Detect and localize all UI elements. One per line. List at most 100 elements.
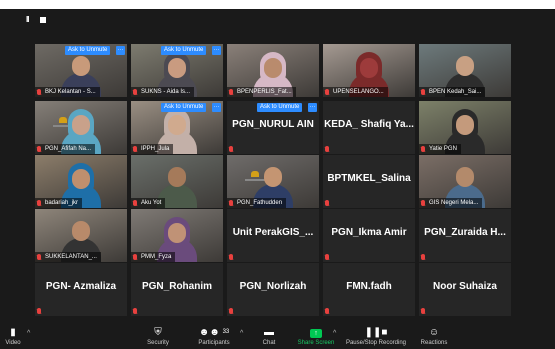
stop-recording-button[interactable] bbox=[40, 17, 46, 23]
participants-count: 33 bbox=[222, 329, 230, 335]
participant-tile[interactable]: PGN- Azmaliza bbox=[35, 263, 127, 316]
pause-stop-label: Pause/Stop Recording bbox=[345, 340, 407, 346]
muted-mic-icon bbox=[229, 254, 233, 260]
chat-button[interactable]: ▬ Chat bbox=[258, 327, 280, 347]
ask-to-unmute-button[interactable]: Ask to Unmute bbox=[257, 103, 303, 112]
participant-tile[interactable]: IPPH_Jula Ask to Unmute ··· bbox=[131, 101, 223, 154]
pause-stop-recording-button[interactable]: ❚❚■ Pause/Stop Recording bbox=[344, 327, 408, 347]
participant-name-display: FMN.fadh bbox=[346, 281, 392, 292]
more-options-button[interactable]: ··· bbox=[212, 103, 221, 112]
participant-tile[interactable]: Noor Suhaiza bbox=[419, 263, 511, 316]
smiley-plus-icon: ☺ bbox=[428, 327, 440, 338]
participant-tile[interactable]: SUKKELANTAN_... bbox=[35, 209, 127, 262]
muted-mic-icon bbox=[421, 200, 425, 206]
muted-mic-icon bbox=[325, 89, 329, 95]
shield-icon: ⛨ bbox=[154, 327, 162, 338]
participant-face bbox=[168, 167, 186, 187]
muted-mic-icon bbox=[133, 146, 137, 152]
security-button[interactable]: ⛨ Security bbox=[143, 327, 173, 347]
muted-mic-icon bbox=[229, 146, 233, 152]
muted-mic-icon bbox=[325, 200, 329, 206]
ask-to-unmute-button[interactable]: Ask to Unmute bbox=[161, 46, 207, 55]
participant-name-display: PGN_NURUL AIN bbox=[232, 119, 314, 130]
participant-name: PGN_Fathudden bbox=[227, 198, 287, 208]
more-options-button[interactable]: ··· bbox=[116, 46, 125, 55]
recording-bar: II bbox=[0, 9, 555, 31]
video-camera-icon: ▮ bbox=[10, 327, 16, 338]
participant-name: SUKNS - Aida Is... bbox=[131, 87, 195, 97]
zoom-meeting-window: II BKJ Kelantan - S... Ask to Unmute ··· SU… bbox=[0, 0, 555, 349]
video-button[interactable]: ▮ Video bbox=[2, 327, 24, 347]
participant-face bbox=[72, 56, 90, 76]
participant-name: BPEN Kedah_Sai... bbox=[419, 87, 486, 97]
participant-tile[interactable]: BPTMKEL_Salina bbox=[323, 155, 415, 208]
participant-name: GIS Negeri Mela... bbox=[419, 198, 483, 208]
participant-tile[interactable]: badariah_jkr bbox=[35, 155, 127, 208]
reactions-button[interactable]: ☺ Reactions bbox=[418, 327, 450, 347]
pause-stop-icon: ❚❚■ bbox=[364, 327, 388, 338]
ask-to-unmute-button[interactable]: Ask to Unmute bbox=[161, 103, 207, 112]
participant-face bbox=[168, 115, 186, 135]
muted-mic-icon bbox=[421, 254, 425, 260]
participant-name-display: PGN- Azmaliza bbox=[45, 281, 117, 292]
participant-name-display: KEDA_ Shafiq Ya... bbox=[324, 119, 414, 130]
participant-face bbox=[72, 169, 90, 189]
participants-icon: ☻☻ bbox=[198, 327, 220, 338]
participant-tile[interactable]: PGN_NURUL AIN Ask to Unmute ··· bbox=[227, 101, 319, 154]
ask-to-unmute-button[interactable]: Ask to Unmute bbox=[65, 46, 111, 55]
muted-mic-icon bbox=[37, 254, 41, 260]
participant-tile[interactable]: PGN_Fathudden bbox=[227, 155, 319, 208]
participant-tile[interactable]: KEDA_ Shafiq Ya... bbox=[323, 101, 415, 154]
chat-bubble-icon: ▬ bbox=[264, 327, 274, 338]
participant-tile[interactable]: PGN_Afifah Na... bbox=[35, 101, 127, 154]
title-strip bbox=[0, 0, 555, 9]
participant-face bbox=[360, 58, 378, 78]
participant-tile[interactable]: Unit PerakGIS_... bbox=[227, 209, 319, 262]
participant-tile[interactable]: PGN_Zuraida H... bbox=[419, 209, 511, 262]
participant-tile[interactable]: PMM_Fyza bbox=[131, 209, 223, 262]
participant-tile[interactable]: SUKNS - Aida Is... Ask to Unmute ··· bbox=[131, 44, 223, 97]
participant-tile[interactable]: PGN_Norlizah bbox=[227, 263, 319, 316]
muted-mic-icon bbox=[133, 254, 137, 260]
participant-name-display: PGN_Rohanim bbox=[141, 281, 212, 292]
participant-face bbox=[168, 58, 186, 78]
participants-button[interactable]: ☻☻ 33 Participants bbox=[192, 327, 236, 347]
participant-tile[interactable]: UPENSELANGO... bbox=[323, 44, 415, 97]
participant-face bbox=[456, 115, 474, 135]
share-screen-label: Share Screen bbox=[297, 340, 335, 346]
share-screen-button[interactable]: ↑ Share Screen bbox=[294, 327, 338, 347]
muted-mic-icon bbox=[229, 200, 233, 206]
participant-tile[interactable]: FMN.fadh bbox=[323, 263, 415, 316]
participant-tile[interactable]: Yatie PGN bbox=[419, 101, 511, 154]
participant-face bbox=[456, 56, 474, 76]
participant-tile[interactable]: Aku Yot bbox=[131, 155, 223, 208]
participant-tile[interactable]: BKJ Kelantan - S... Ask to Unmute ··· bbox=[35, 44, 127, 97]
participant-tile[interactable]: BPENPERLIS_Fat... bbox=[227, 44, 319, 97]
participant-tile[interactable]: BPEN Kedah_Sai... bbox=[419, 44, 511, 97]
video-options-caret-icon[interactable]: ^ bbox=[27, 330, 30, 337]
share-options-caret-icon[interactable]: ^ bbox=[333, 330, 336, 337]
participant-name-display: Unit PerakGIS_... bbox=[232, 227, 314, 238]
participant-name-display: PGN_Zuraida H... bbox=[424, 227, 506, 238]
participant-tile[interactable]: PGN_Rohanim bbox=[131, 263, 223, 316]
participants-caret-icon[interactable]: ^ bbox=[240, 330, 243, 337]
video-label: Video bbox=[5, 340, 21, 346]
meeting-controls: ▮ Video ^ ⛨ Security ☻☻ 33 Participants … bbox=[0, 326, 555, 349]
participant-face bbox=[264, 167, 282, 187]
participant-name: PGN_Afifah Na... bbox=[35, 144, 96, 154]
more-options-button[interactable]: ··· bbox=[212, 46, 221, 55]
participants-label: Participants bbox=[198, 340, 230, 346]
participant-name: PMM_Fyza bbox=[131, 252, 176, 262]
pause-recording-button[interactable]: II bbox=[26, 15, 30, 25]
participant-name: BPENPERLIS_Fat... bbox=[227, 87, 296, 97]
more-options-button[interactable]: ··· bbox=[308, 103, 317, 112]
muted-mic-icon bbox=[37, 200, 41, 206]
muted-mic-icon bbox=[133, 308, 137, 314]
participant-face bbox=[456, 167, 474, 187]
participant-name-display: BPTMKEL_Salina bbox=[327, 173, 411, 184]
muted-mic-icon bbox=[229, 89, 233, 95]
participant-tile[interactable]: PGN_Ikma Amir bbox=[323, 209, 415, 262]
muted-mic-icon bbox=[421, 146, 425, 152]
muted-mic-icon bbox=[229, 308, 233, 314]
participant-tile[interactable]: GIS Negeri Mela... bbox=[419, 155, 511, 208]
